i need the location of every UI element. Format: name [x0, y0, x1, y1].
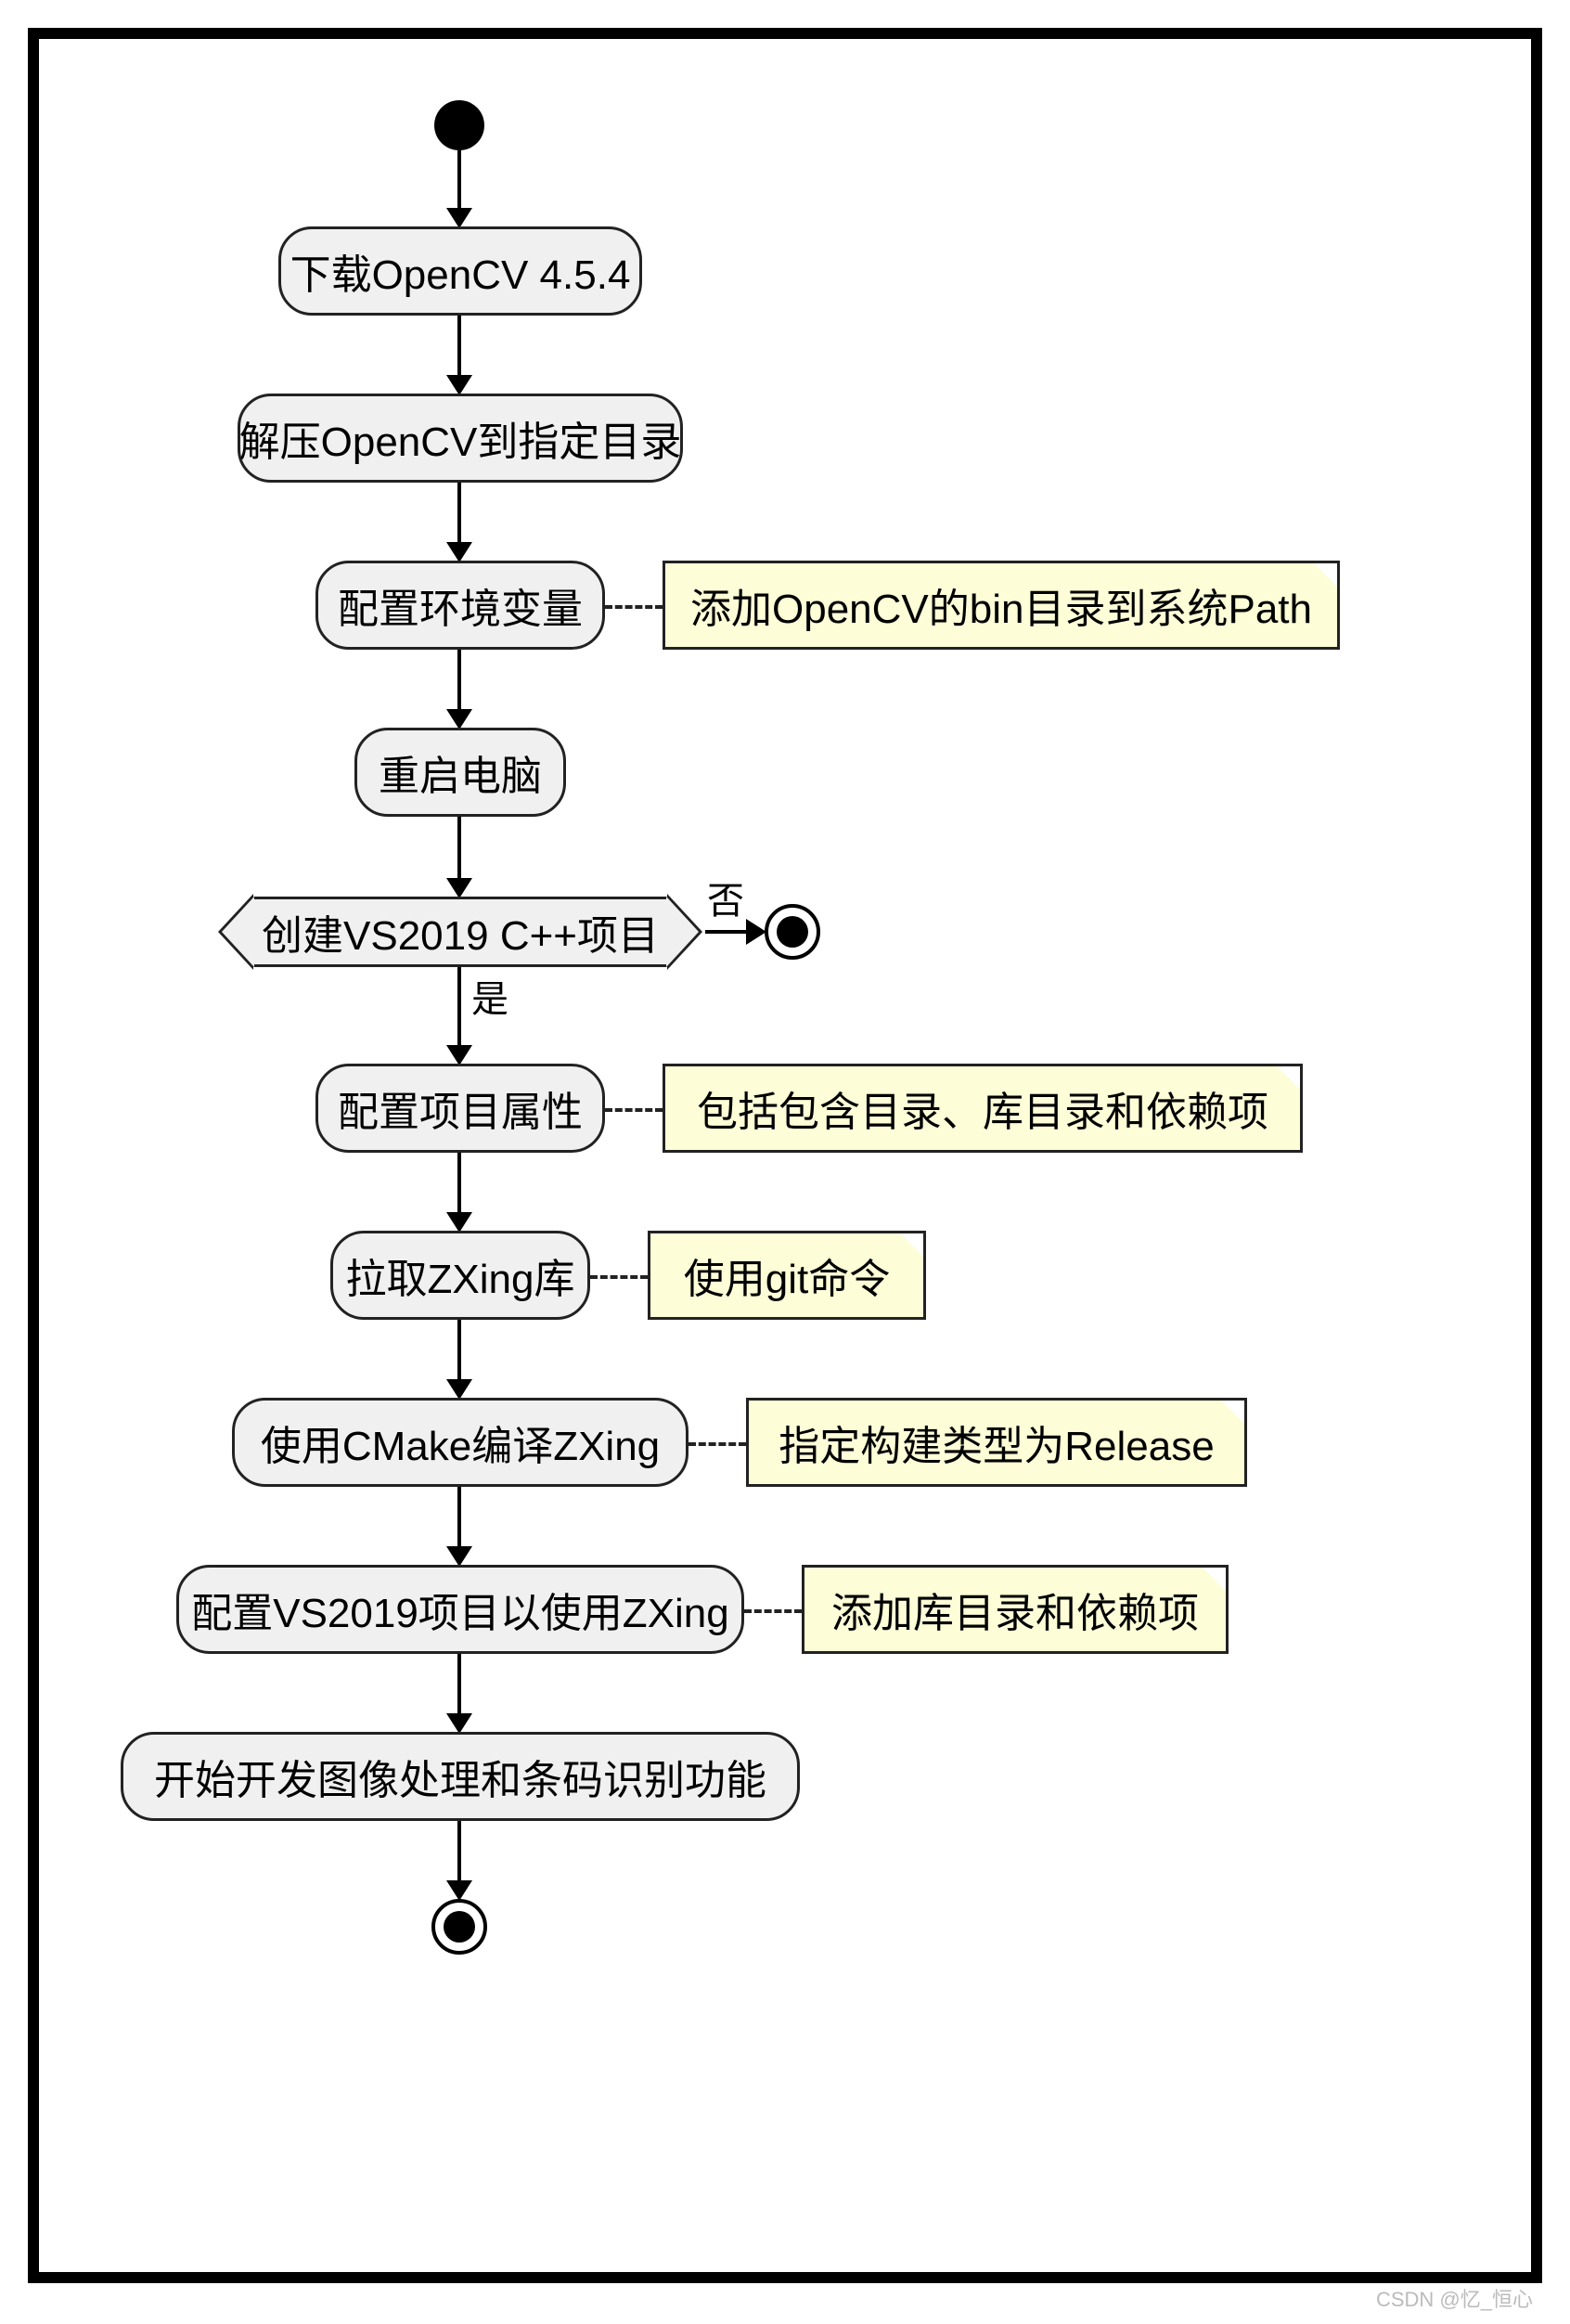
- activity-node: 解压OpenCV到指定目录: [238, 394, 683, 483]
- note-connector: [590, 1275, 648, 1279]
- decision-label-no: 否: [707, 871, 744, 924]
- end-node: [431, 1899, 487, 1955]
- activity-node: 重启电脑: [354, 728, 566, 817]
- diagram-canvas: 下载OpenCV 4.5.4 解压OpenCV到指定目录 配置环境变量 添加Op…: [56, 56, 1514, 2255]
- arrow-head-icon: [446, 542, 472, 562]
- note: 包括包含目录、库目录和依赖项: [663, 1064, 1303, 1153]
- activity-node: 拉取ZXing库: [330, 1231, 590, 1320]
- activity-node: 开始开发图像处理和条码识别功能: [121, 1732, 800, 1821]
- arrow-head-icon: [446, 1212, 472, 1233]
- note: 使用git命令: [648, 1231, 926, 1320]
- note-label: 指定构建类型为Release: [779, 1413, 1214, 1472]
- arrow-head-icon: [446, 1045, 472, 1065]
- activity-node: 使用CMake编译ZXing: [232, 1398, 688, 1487]
- node-label: 拉取ZXing库: [346, 1246, 575, 1305]
- note-connector: [744, 1609, 802, 1613]
- arrow: [457, 483, 461, 546]
- end-node: [765, 904, 820, 960]
- node-label: 解压OpenCV到指定目录: [239, 408, 682, 468]
- arrow-head-icon: [446, 709, 472, 729]
- note-label: 添加库目录和依赖项: [831, 1580, 1199, 1639]
- arrow-head-icon: [746, 919, 766, 945]
- arrow: [457, 967, 461, 1049]
- node-label: 重启电脑: [379, 742, 542, 802]
- node-label: 配置项目属性: [338, 1078, 583, 1138]
- arrow-head-icon: [446, 1379, 472, 1400]
- activity-node: 配置VS2019项目以使用ZXing: [176, 1565, 744, 1654]
- note: 添加库目录和依赖项: [802, 1565, 1229, 1654]
- note-label: 包括包含目录、库目录和依赖项: [697, 1078, 1268, 1138]
- arrow: [457, 1487, 461, 1550]
- watermark: CSDN @忆_恒心: [1376, 2283, 1533, 2313]
- node-label: 下载OpenCV 4.5.4: [290, 241, 631, 301]
- note-label: 使用git命令: [684, 1246, 890, 1305]
- decision-label-yes: 是: [471, 969, 508, 1023]
- note-connector: [605, 605, 663, 609]
- node-label: 创建VS2019 C++项目: [262, 902, 659, 962]
- arrow: [457, 1153, 461, 1216]
- arrow-head-icon: [446, 208, 472, 228]
- activity-node: 下载OpenCV 4.5.4: [278, 226, 642, 316]
- arrow: [457, 316, 461, 379]
- arrow-head-icon: [446, 1546, 472, 1567]
- arrow-head-icon: [446, 375, 472, 395]
- arrow: [457, 150, 461, 212]
- diagram-frame: 下载OpenCV 4.5.4 解压OpenCV到指定目录 配置环境变量 添加Op…: [0, 0, 1570, 2324]
- note-label: 添加OpenCV的bin目录到系统Path: [690, 575, 1312, 635]
- arrow: [457, 1320, 461, 1383]
- note-connector: [605, 1108, 663, 1112]
- arrow: [457, 1821, 461, 1884]
- activity-node: 配置环境变量: [315, 561, 605, 650]
- arrow: [457, 650, 461, 713]
- node-label: 使用CMake编译ZXing: [261, 1413, 660, 1472]
- arrow-head-icon: [446, 1713, 472, 1734]
- decision-node: 创建VS2019 C++项目: [251, 897, 670, 967]
- arrow: [457, 1654, 461, 1717]
- start-node: [434, 100, 484, 150]
- arrow: [705, 930, 750, 934]
- node-label: 配置VS2019项目以使用ZXing: [191, 1580, 729, 1639]
- node-label: 配置环境变量: [338, 575, 583, 635]
- note-connector: [688, 1442, 746, 1446]
- note: 添加OpenCV的bin目录到系统Path: [663, 561, 1340, 650]
- node-label: 开始开发图像处理和条码识别功能: [154, 1747, 766, 1806]
- note: 指定构建类型为Release: [746, 1398, 1247, 1487]
- arrow-head-icon: [446, 1880, 472, 1901]
- arrow: [457, 817, 461, 882]
- activity-node: 配置项目属性: [315, 1064, 605, 1153]
- arrow-head-icon: [446, 878, 472, 898]
